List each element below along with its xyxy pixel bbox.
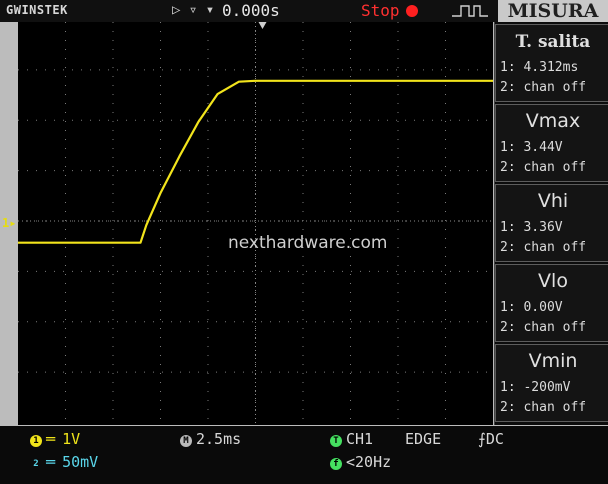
measure-panel-rise-time[interactable]: T. salita 1: 4.312ms 2: chan off: [495, 24, 608, 102]
ch1-badge-icon: 1: [30, 435, 42, 447]
stop-dot-icon: [405, 5, 418, 17]
ch2-badge-icon: 2: [33, 459, 39, 469]
timebase-value: 2.5ms: [196, 430, 242, 448]
trigger-type: EDGE: [405, 430, 442, 448]
ch1-scale-readout[interactable]: 1 ═ 1V: [30, 430, 80, 448]
rising-slope-icon: ⨍: [478, 430, 486, 448]
trigger-mode-icons[interactable]: ▷ ▿ ▾: [172, 2, 214, 18]
measure-ch1-value: 1: 3.44V: [500, 140, 563, 155]
run-stop-indicator[interactable]: Stop: [361, 1, 418, 20]
dc-coupling-icon: ═: [46, 430, 63, 448]
measure-panel-vmax[interactable]: Vmax 1: 3.44V 2: chan off: [495, 104, 608, 182]
measure-menu-title: MISURA: [498, 0, 608, 22]
waveform-display: nexthardware.com: [18, 22, 493, 425]
watermark: nexthardware.com: [228, 233, 387, 253]
measure-ch2-value: 2: chan off: [500, 320, 587, 335]
measure-panel-vhi[interactable]: Vhi 1: 3.36V 2: chan off: [495, 184, 608, 262]
measure-panel-vmin[interactable]: Vmin 1: -200mV 2: chan off: [495, 344, 608, 422]
measure-ch2-value: 2: chan off: [500, 240, 587, 255]
frequency-readout: f <20Hz: [330, 453, 391, 471]
measure-title: Vlo: [538, 270, 568, 292]
ch2-scale-value: 50mV: [62, 453, 99, 471]
trigger-coupling: ⨍DC: [478, 430, 504, 448]
run-state-label: Stop: [361, 1, 400, 20]
measure-title: Vmin: [528, 350, 578, 372]
measure-side-menu: T. salita 1: 4.312ms 2: chan off Vmax 1:…: [494, 22, 608, 425]
measure-title: T. salita: [515, 32, 591, 52]
measure-ch2-value: 2: chan off: [500, 80, 587, 95]
trigger-badge-icon: T: [330, 435, 342, 447]
brand-logo: GWINSTEK: [6, 3, 68, 17]
measure-ch2-value: 2: chan off: [500, 400, 587, 415]
trigger-position-marker: [258, 22, 267, 29]
dc-coupling-icon: ═: [46, 453, 63, 471]
waveform-graticule: nexthardware.com: [18, 22, 493, 425]
measure-ch1-value: 1: -200mV: [500, 380, 571, 395]
ch1-scale-value: 1V: [62, 430, 81, 448]
trigger-source-value: CH1: [346, 430, 374, 448]
timebase-badge-icon: M: [180, 435, 192, 447]
measure-ch1-value: 1: 4.312ms: [500, 60, 579, 75]
rising-edge-icon: [452, 5, 488, 17]
horizontal-delay-readout: 0.000s: [222, 1, 280, 20]
measure-ch2-value: 2: chan off: [500, 160, 587, 175]
channel1-ground-marker[interactable]: 1▸: [2, 216, 16, 230]
timebase-readout[interactable]: M 2.5ms: [180, 430, 241, 448]
trigger-source-readout[interactable]: T CH1: [330, 430, 373, 448]
measure-panel-vlo[interactable]: Vlo 1: 0.00V 2: chan off: [495, 264, 608, 342]
measure-ch1-value: 1: 0.00V: [500, 300, 563, 315]
measure-title: Vhi: [537, 190, 569, 212]
frequency-value: <20Hz: [346, 453, 392, 471]
frequency-badge-icon: f: [330, 458, 342, 470]
measure-title: Vmax: [525, 110, 581, 132]
ch2-scale-readout[interactable]: 2 ═ 50mV: [30, 453, 98, 471]
bottom-status-bar: 1 ═ 1V 2 ═ 50mV M 2.5ms T CH1 EDGE ⨍DC f <20H…: [0, 426, 608, 484]
measure-ch1-value: 1: 3.36V: [500, 220, 563, 235]
